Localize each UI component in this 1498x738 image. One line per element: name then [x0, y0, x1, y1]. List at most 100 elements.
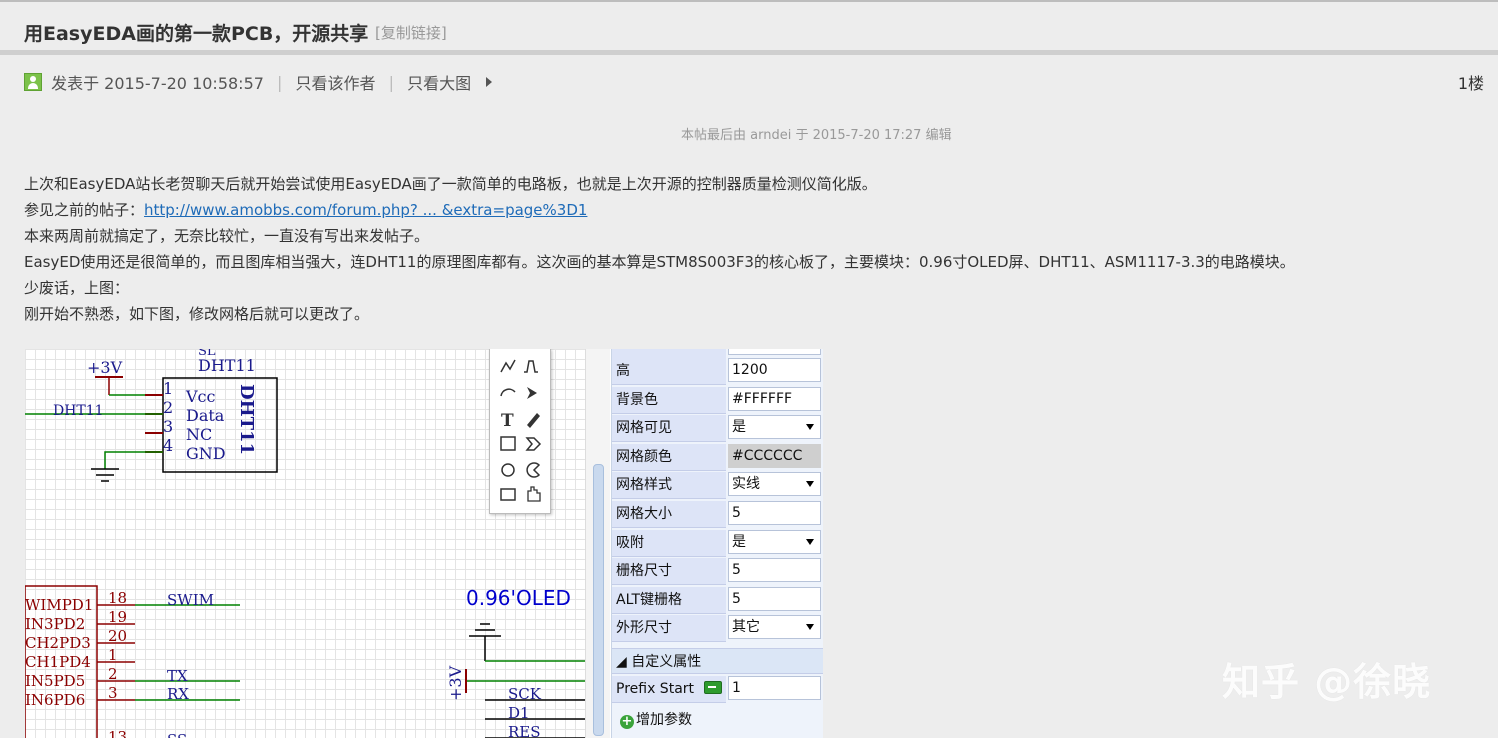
add-param-label: 增加参数	[636, 712, 692, 728]
floor-number[interactable]: 1楼	[1458, 70, 1484, 94]
custom-props-section[interactable]: ◢ 自定义属性	[612, 648, 823, 674]
dropdown-arrow-icon[interactable]	[806, 624, 814, 631]
prop-value: 其它	[732, 619, 760, 636]
prop-row: 网格大小 5	[612, 501, 823, 529]
pin-num: 1	[163, 379, 173, 398]
gnd-wire	[104, 451, 163, 469]
prop-value: #FFFFFF	[732, 390, 793, 407]
toolbar-icons: T	[500, 359, 542, 502]
prop-row: 网格颜色 #CCCCCC	[612, 443, 823, 472]
caret-right-icon[interactable]	[486, 77, 493, 87]
net-label: RX	[167, 685, 189, 703]
prop-row: 高 1200	[612, 358, 823, 386]
pin-num: 3	[163, 417, 173, 436]
schematic-canvas: SL +3V DHT11 DHT11 1 2 3 4 Vcc Data NC G	[25, 349, 585, 738]
prefix-start-label: Prefix Start	[612, 676, 726, 703]
prefix-start-input[interactable]: 1	[728, 676, 821, 700]
arrow-tool-icon[interactable]	[527, 387, 537, 399]
mcu-pin-name: IN5PD5	[25, 672, 85, 690]
wave-tool-icon[interactable]	[524, 360, 538, 373]
pin-num: 4	[163, 436, 173, 455]
divider: |	[388, 72, 395, 92]
mcu-pin-name: CH2PD3	[25, 634, 91, 652]
toggle-icon[interactable]	[704, 681, 723, 694]
prop-label: 高	[612, 358, 726, 385]
prop-label: 栅格尺寸	[612, 558, 726, 586]
power-label: +3V	[87, 358, 123, 377]
add-param-button[interactable]: + 增加参数	[620, 709, 692, 729]
pencil-tool-icon[interactable]	[527, 413, 540, 428]
paragraph: EasyED使用还是很简单的，而且图库相当强大，连DHT11的原理图库都有。这次…	[24, 253, 1295, 271]
prop-row: 栅格尺寸 5	[612, 558, 823, 586]
prop-select[interactable]: 是	[728, 415, 821, 440]
mcu-pin-name: CH1PD4	[25, 653, 91, 671]
net-label: TX	[167, 667, 188, 685]
text-tool-icon[interactable]: T	[501, 411, 514, 431]
dropdown-arrow-icon[interactable]	[806, 424, 814, 431]
watermark: 知乎 @徐晓	[1222, 660, 1432, 704]
ref-link[interactable]: http://www.amobbs.com/forum.php? ... &ex…	[144, 201, 587, 219]
polyline-tool-icon[interactable]	[500, 359, 516, 373]
only-author-link[interactable]: 只看该作者	[296, 74, 376, 93]
dht-vertical-label: DHT11	[236, 384, 257, 455]
prop-value: 5	[732, 590, 741, 607]
pin-name: Data	[186, 406, 225, 425]
prop-input[interactable]: #CCCCCC	[728, 443, 821, 468]
hand-tool-icon[interactable]	[527, 486, 541, 502]
prop-value: 实线	[732, 476, 760, 493]
mcu-pin-rows: WIMPD1 IN3PD2 CH2PD3 CH1PD4 IN5PD5 IN6PD…	[25, 589, 240, 738]
prop-select[interactable]: 实线	[728, 472, 821, 497]
prop-input[interactable]: #FFFFFF	[728, 386, 821, 411]
arc-tool-icon[interactable]	[500, 388, 516, 397]
paragraph: 上次和EasyEDA站长老贺聊天后就开始尝试使用EasyEDA画了一款简单的电路…	[24, 175, 877, 193]
mcu-pin-name: WIMPD1	[25, 596, 93, 614]
net-label: DHT11	[53, 403, 104, 419]
mcu-pin-name: IN6PD6	[25, 691, 85, 709]
paragraph: 参见之前的帖子：http://www.amobbs.com/forum.php?…	[24, 197, 1484, 223]
ellipse-tool-icon[interactable]	[501, 463, 515, 477]
ref-prefix: 参见之前的帖子：	[24, 201, 145, 219]
plus-icon: +	[620, 714, 634, 729]
prop-label: 网格颜色	[612, 443, 726, 471]
prefix-start-text: Prefix Start	[616, 681, 695, 697]
online-user-icon	[24, 73, 42, 91]
copy-link-button[interactable]: [复制链接]	[375, 22, 447, 43]
polygon-tool-icon[interactable]	[525, 437, 542, 451]
prop-label: 外形尺寸	[612, 615, 726, 643]
prop-label: 网格可见	[612, 415, 726, 443]
prop-row: 网格可见是	[612, 415, 823, 443]
post-image[interactable]: SL +3V DHT11 DHT11 1 2 3 4 Vcc Data NC G	[25, 349, 823, 738]
prop-select[interactable]: 是	[728, 529, 821, 554]
pie-tool-icon[interactable]	[526, 462, 541, 478]
mcu-pin-name: IN3PD2	[25, 615, 85, 633]
view-large-link[interactable]: 只看大图	[407, 74, 471, 93]
prop-select[interactable]: 其它	[728, 615, 821, 640]
dht-title: DHT11	[198, 356, 256, 375]
prop-value: 是	[732, 419, 746, 436]
prop-label: 吸附	[612, 529, 726, 557]
prop-value: 5	[732, 562, 741, 579]
oled-title: 0.96'OLED	[466, 586, 571, 610]
prop-value: 5	[732, 505, 741, 521]
prop-input[interactable]: 1200	[728, 358, 821, 382]
oled-net: RES	[508, 723, 541, 738]
prop-label: 网格样式	[612, 472, 726, 500]
paragraph: 本来两周前就搞定了，无奈比较忙，一直没有写出来发帖子。	[24, 227, 430, 245]
prop-input[interactable]	[728, 349, 821, 355]
rectangle-tool-icon[interactable]	[500, 436, 516, 451]
pin-name: GND	[186, 444, 226, 463]
prop-input[interactable]: 5	[728, 558, 821, 583]
prop-input[interactable]: 5	[728, 586, 821, 611]
scrollbar[interactable]	[585, 349, 610, 738]
prop-row: 背景色 #FFFFFF	[612, 386, 823, 415]
paragraph: 少废话，上图：	[24, 279, 130, 297]
post-content: 上次和EasyEDA站长老贺聊天后就开始尝试使用EasyEDA画了一款简单的电路…	[24, 171, 1484, 327]
dropdown-arrow-icon[interactable]	[806, 538, 814, 545]
prop-input[interactable]: 5	[728, 501, 821, 525]
prop-row: 网格样式 实线	[612, 472, 823, 500]
image-tool-icon[interactable]	[500, 488, 516, 501]
prop-value: 是	[732, 533, 746, 550]
mcu-pin-num: 13	[108, 728, 127, 738]
scrollbar-thumb[interactable]	[593, 464, 604, 736]
dropdown-arrow-icon[interactable]	[806, 481, 814, 488]
